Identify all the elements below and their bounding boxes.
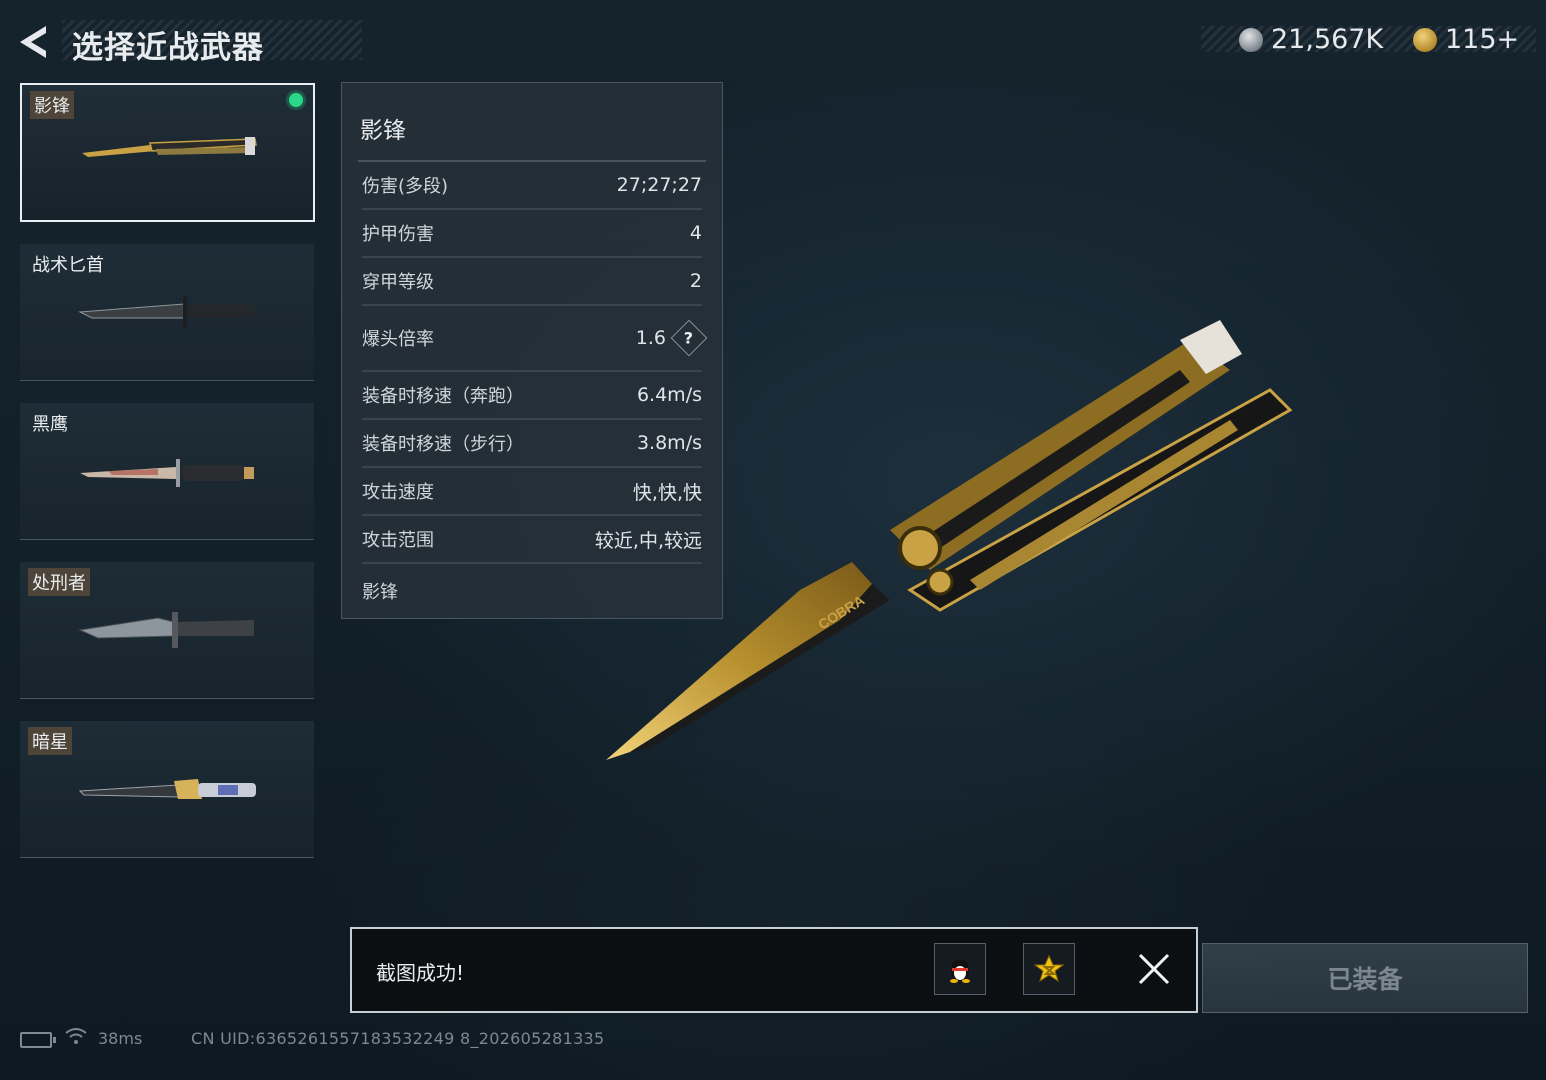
equipped-indicator: [289, 93, 303, 107]
silver-amount: 21,567K: [1271, 24, 1384, 55]
butterfly-knife-render[interactable]: COBRA: [590, 300, 1310, 784]
weapon-name: 暗星: [28, 727, 72, 755]
weapon-card-tactical-dagger[interactable]: 战术匕首: [20, 244, 314, 381]
dark-star-knife-thumbnail: [78, 779, 256, 799]
weapon-list: 影锋 战术匕首 黑鹰 处刑者 暗星: [20, 83, 316, 880]
equipped-button[interactable]: 已装备: [1202, 943, 1528, 1013]
qq-penguin-icon: [950, 959, 970, 983]
user-uid: CN UID:6365261557183532249 8_20260528133…: [191, 1029, 605, 1048]
weapon-name: 处刑者: [28, 568, 90, 596]
status-bar: 38ms CN UID:6365261557183532249 8_202605…: [20, 1026, 720, 1052]
stat-label: 装备时移速（奔跑）: [362, 386, 524, 407]
stat-label: 伤害(多段): [362, 176, 449, 197]
stat-value: 4: [689, 222, 702, 244]
currency-bar: 21,567K 115+: [1201, 24, 1536, 55]
stat-row-armor-damage: 护甲伤害 4: [362, 210, 702, 258]
weapon-card-dark-star[interactable]: 暗星: [20, 721, 314, 858]
stat-label: 装备时移速（步行）: [362, 434, 524, 455]
stat-label: 穿甲等级: [362, 272, 434, 293]
ping-value: 38ms: [98, 1029, 143, 1048]
weapon-card-yingfeng[interactable]: 影锋: [20, 83, 315, 222]
stat-row-armor-pierce: 穿甲等级 2: [362, 258, 702, 306]
stat-row-damage: 伤害(多段) 27;27;27: [362, 162, 702, 210]
share-qq-button[interactable]: [934, 943, 986, 995]
weapon-name: 黑鹰: [32, 414, 68, 435]
black-eagle-knife-thumbnail: [80, 459, 254, 487]
share-qzone-button[interactable]: [1023, 943, 1075, 995]
equip-button-label: 已装备: [1327, 965, 1403, 994]
stat-value: 2: [689, 270, 702, 292]
top-bar: 选择近战武器 21,567K 115+: [0, 0, 1546, 80]
gold-coin-icon: [1413, 27, 1437, 52]
stat-label: 攻击速度: [362, 482, 434, 503]
weapon-card-executioner[interactable]: 处刑者: [20, 562, 314, 699]
executioner-knife-thumbnail: [78, 612, 254, 648]
tactical-dagger-thumbnail: [78, 296, 254, 328]
gold-currency: 115+: [1413, 24, 1519, 55]
panel-footer-name: 影锋: [362, 582, 398, 603]
stat-label: 爆头倍率: [362, 329, 434, 350]
screenshot-toast: 截图成功!: [350, 927, 1198, 1013]
battery-icon: [20, 1032, 56, 1048]
back-arrow-icon[interactable]: [16, 22, 56, 62]
silver-currency: 21,567K: [1239, 24, 1383, 55]
close-button[interactable]: [1132, 947, 1176, 991]
title-banner: 选择近战武器: [62, 20, 362, 66]
panel-title: 影锋: [360, 118, 406, 144]
silver-coin-icon: [1239, 27, 1263, 52]
gold-amount: 115+: [1445, 24, 1520, 55]
toast-message: 截图成功!: [376, 961, 465, 985]
weapon-name: 影锋: [30, 91, 74, 119]
stat-label: 护甲伤害: [362, 224, 434, 245]
stat-label: 攻击范围: [362, 530, 434, 551]
wifi-icon: [65, 1028, 87, 1044]
close-icon: [1138, 953, 1170, 985]
weapon-card-black-eagle[interactable]: 黑鹰: [20, 403, 314, 540]
stat-value: 27;27;27: [616, 174, 702, 196]
weapon-name: 战术匕首: [32, 255, 104, 276]
qzone-star-icon: [1034, 954, 1064, 983]
page-title: 选择近战武器: [72, 30, 264, 66]
butterfly-knife-thumbnail: [82, 137, 257, 157]
